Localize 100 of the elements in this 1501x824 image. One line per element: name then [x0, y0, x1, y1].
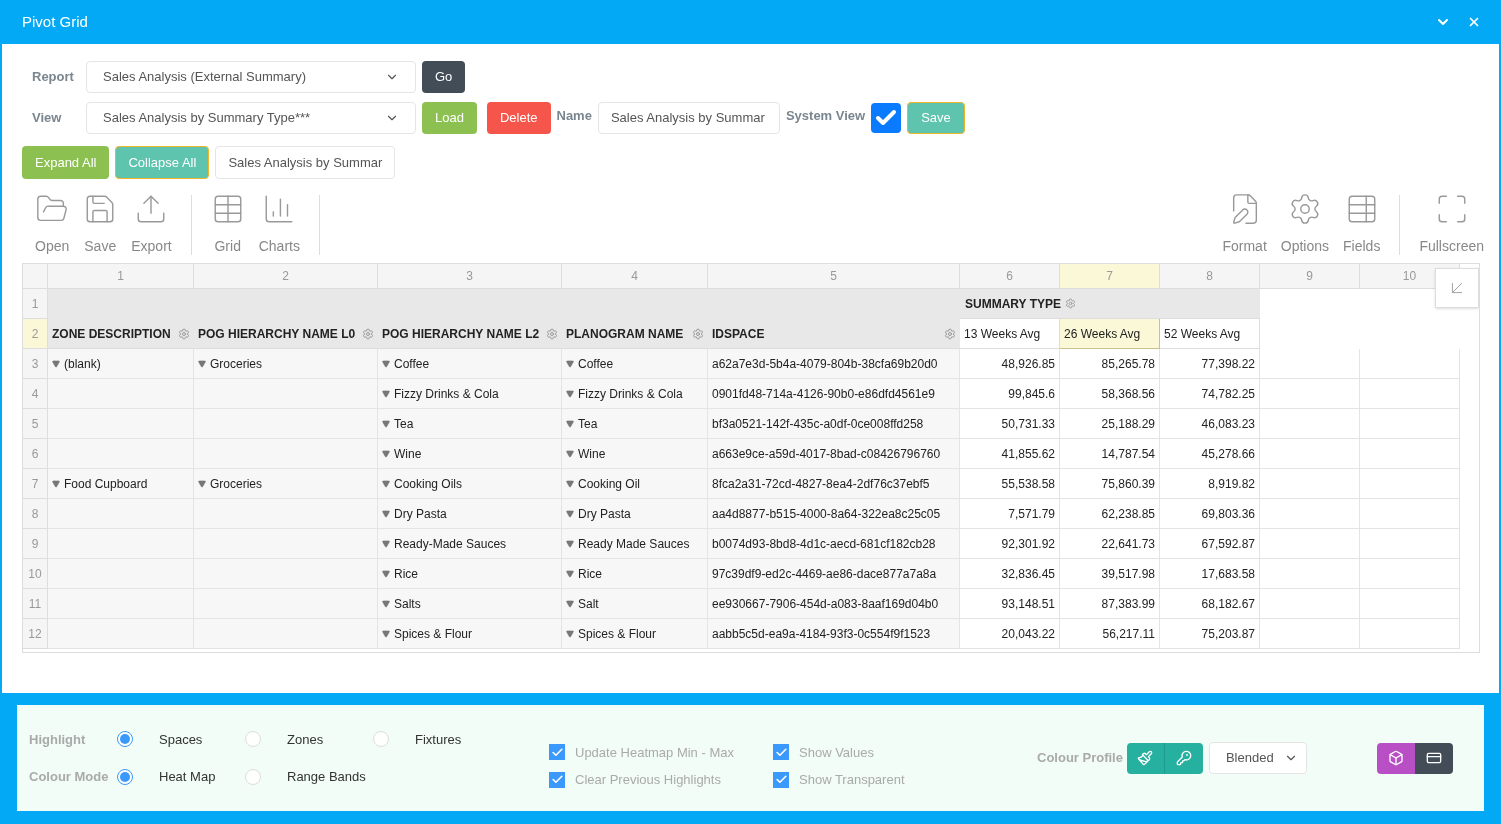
cell-text: Salt — [578, 595, 599, 613]
expand-triangle-icon[interactable] — [566, 359, 574, 368]
radio-label: Range Bands — [287, 768, 366, 786]
expand-triangle-icon[interactable] — [566, 599, 574, 608]
measure-header[interactable]: 52 Weeks Avg — [1160, 319, 1260, 349]
toolbar-button[interactable]: Open — [28, 192, 77, 257]
system-view-checkbox[interactable] — [871, 102, 902, 133]
radio-label: Spaces — [159, 730, 204, 749]
expand-triangle-icon[interactable] — [566, 539, 574, 548]
cube-button[interactable] — [1376, 742, 1415, 774]
row-number: 4 — [23, 379, 48, 409]
toolbar-button[interactable]: Charts — [251, 192, 307, 257]
checkbox-label: Show Transparent — [799, 771, 905, 789]
checkbox[interactable] — [773, 771, 789, 788]
checkbox[interactable] — [549, 744, 565, 761]
view-select[interactable]: Sales Analysis by Summary Type*** — [86, 101, 416, 134]
toolbar-button[interactable]: Fields — [1336, 192, 1388, 257]
expand-triangle-icon[interactable] — [382, 569, 390, 578]
cell-text: Wine — [578, 445, 606, 463]
cell-text: aabb5c5d-ea9a-4184-93f3-0c554f9f1523 — [712, 625, 931, 643]
expand-triangle-icon[interactable] — [566, 569, 574, 578]
expand-triangle-icon[interactable] — [382, 539, 390, 548]
go-button[interactable]: Go — [422, 60, 466, 93]
row-number: 2 — [23, 319, 48, 349]
cell-text: Cooking Oils — [394, 475, 463, 493]
expand-triangle-icon[interactable] — [52, 479, 60, 488]
value-cell-text: 85,265.78 — [1101, 355, 1155, 373]
toolbar-button[interactable]: Export — [124, 192, 179, 257]
cell-text: Fizzy Drinks & Cola — [578, 385, 683, 403]
expand-triangle-icon[interactable] — [382, 419, 390, 428]
column-number: 2 — [194, 264, 378, 289]
toolbar-button[interactable]: Fullscreen — [1412, 192, 1491, 257]
row-number: 10 — [23, 559, 48, 589]
expand-triangle-icon[interactable] — [382, 359, 390, 368]
colour-profile-select[interactable]: Blended — [1208, 742, 1307, 774]
header-text: POG HIERARCHY NAME L2 — [382, 325, 541, 343]
radio-label: Zones — [287, 730, 325, 749]
expand-triangle-icon[interactable] — [382, 599, 390, 608]
expand-triangle-icon[interactable] — [382, 449, 390, 458]
row-number: 6 — [23, 439, 48, 469]
cell-text: Fizzy Drinks & Cola — [394, 385, 499, 403]
cell-text: 8fca2a31-72cd-4827-8ea4-2df76c37ebf5 — [712, 475, 930, 493]
close-icon[interactable] — [1467, 15, 1481, 29]
value-cell-text: 75,860.39 — [1101, 475, 1155, 493]
cell-text: a663e9ce-a59d-4017-8bad-c08426796760 — [712, 445, 941, 463]
radio-button[interactable] — [117, 731, 133, 748]
value-cell-text: 74,782.25 — [1201, 385, 1255, 403]
report-select[interactable]: Sales Analysis (External Summary) — [86, 60, 416, 93]
system-view-label: System View — [785, 106, 866, 125]
cell-text: Tea — [578, 415, 598, 433]
toolbar-button[interactable]: Format — [1215, 192, 1274, 257]
load-button[interactable]: Load — [422, 101, 477, 134]
brush-icon — [1137, 750, 1154, 766]
expand-triangle-icon[interactable] — [382, 629, 390, 638]
column-number: 9 — [1260, 264, 1360, 289]
expand-triangle-icon[interactable] — [52, 359, 60, 368]
expand-triangle-icon[interactable] — [566, 509, 574, 518]
brush-button[interactable] — [1126, 742, 1165, 774]
row-number: 9 — [23, 529, 48, 559]
checkbox[interactable] — [773, 744, 789, 761]
delete-button[interactable]: Delete — [486, 101, 551, 134]
card-button[interactable] — [1414, 742, 1453, 774]
cube-icon — [1387, 750, 1404, 766]
expand-triangle-icon[interactable] — [566, 479, 574, 488]
value-cell-text: 87,383.99 — [1101, 595, 1155, 613]
cell-text: Rice — [394, 565, 418, 583]
radio-button[interactable] — [117, 768, 133, 785]
measure-header[interactable]: 13 Weeks Avg — [960, 319, 1060, 349]
toolbar-button[interactable]: Grid — [203, 192, 252, 257]
value-cell-text: 50,731.33 — [1001, 415, 1055, 433]
cell-text: Cooking Oil — [578, 475, 641, 493]
expand-triangle-icon[interactable] — [382, 479, 390, 488]
toolbar-button[interactable]: Options — [1273, 192, 1337, 257]
save-button[interactable]: Save — [907, 101, 965, 134]
name-field[interactable]: Sales Analysis by Summar — [597, 101, 780, 134]
expand-triangle-icon[interactable] — [566, 629, 574, 638]
header-text: IDSPACE — [712, 325, 766, 343]
cell-text: a62a7e3d-5b4a-4079-804b-38cfa69b20d0 — [712, 355, 938, 373]
checkbox[interactable] — [549, 771, 565, 788]
value-cell-text: 17,683.58 — [1201, 565, 1255, 583]
view-name-chip: Sales Analysis by Summar — [215, 146, 396, 179]
column-number: 3 — [378, 264, 562, 289]
row-number: 8 — [23, 499, 48, 529]
expand-triangle-icon[interactable] — [566, 419, 574, 428]
cell-text: Coffee — [394, 355, 430, 373]
measure-header[interactable]: 26 Weeks Avg — [1060, 319, 1160, 349]
expand-triangle-icon[interactable] — [382, 389, 390, 398]
expand-triangle-icon[interactable] — [566, 389, 574, 398]
toolbar-button[interactable]: Save — [76, 192, 125, 257]
value-cell-text: 48,926.85 — [1001, 355, 1055, 373]
expand-triangle-icon[interactable] — [566, 449, 574, 458]
report-label: Report — [31, 67, 75, 86]
collapse-all-button[interactable]: Collapse All — [115, 146, 210, 179]
expand-triangle-icon[interactable] — [382, 509, 390, 518]
value-cell-text: 20,043.22 — [1001, 625, 1055, 643]
expand-triangle-icon[interactable] — [198, 479, 206, 488]
cell-text: aa4d8877-b515-4000-8a64-322ea8c25c05 — [712, 505, 941, 523]
expand-all-button[interactable]: Expand All — [22, 146, 110, 179]
key-button[interactable] — [1164, 742, 1203, 774]
expand-triangle-icon[interactable] — [198, 359, 206, 368]
